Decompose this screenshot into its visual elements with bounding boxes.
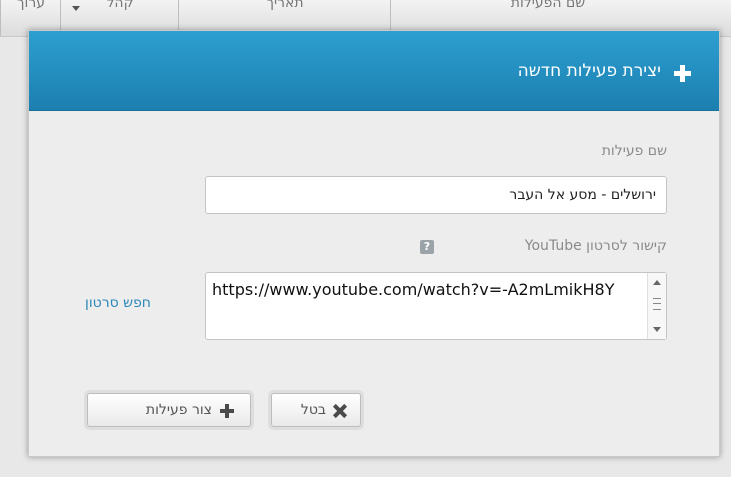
plus-icon <box>220 404 234 418</box>
activity-name-input[interactable] <box>205 176 667 214</box>
close-icon <box>333 404 347 418</box>
scroll-down-icon[interactable] <box>653 327 661 332</box>
youtube-url-text: https://www.youtube.com/watch?v=-A2mLmik… <box>212 280 615 299</box>
help-icon[interactable]: ? <box>420 240 434 254</box>
create-activity-button[interactable]: צור פעילות <box>87 393 251 427</box>
create-activity-dialog: יצירת פעילות חדשה שם פעילות ? קישור לסרט… <box>28 30 720 457</box>
chevron-down-icon[interactable] <box>72 6 80 11</box>
search-video-link[interactable]: חפש סרטון <box>85 295 151 311</box>
youtube-url-textarea[interactable]: https://www.youtube.com/watch?v=-A2mLmik… <box>205 272 667 340</box>
plus-icon <box>674 65 691 82</box>
cancel-button[interactable]: בטל <box>271 393 361 427</box>
activity-name-label: שם פעילות <box>601 143 667 159</box>
textarea-scrollbar[interactable] <box>647 273 666 339</box>
dialog-header: יצירת פעילות חדשה <box>29 31 719 111</box>
youtube-link-label: קישור לסרטון YouTube <box>524 238 667 254</box>
dialog-title: יצירת פעילות חדשה <box>517 61 661 81</box>
scroll-thumb-icon[interactable] <box>653 298 661 310</box>
create-activity-button-label: צור פעילות <box>145 402 212 418</box>
cancel-button-label: בטל <box>300 402 326 418</box>
scroll-up-icon[interactable] <box>653 280 661 285</box>
